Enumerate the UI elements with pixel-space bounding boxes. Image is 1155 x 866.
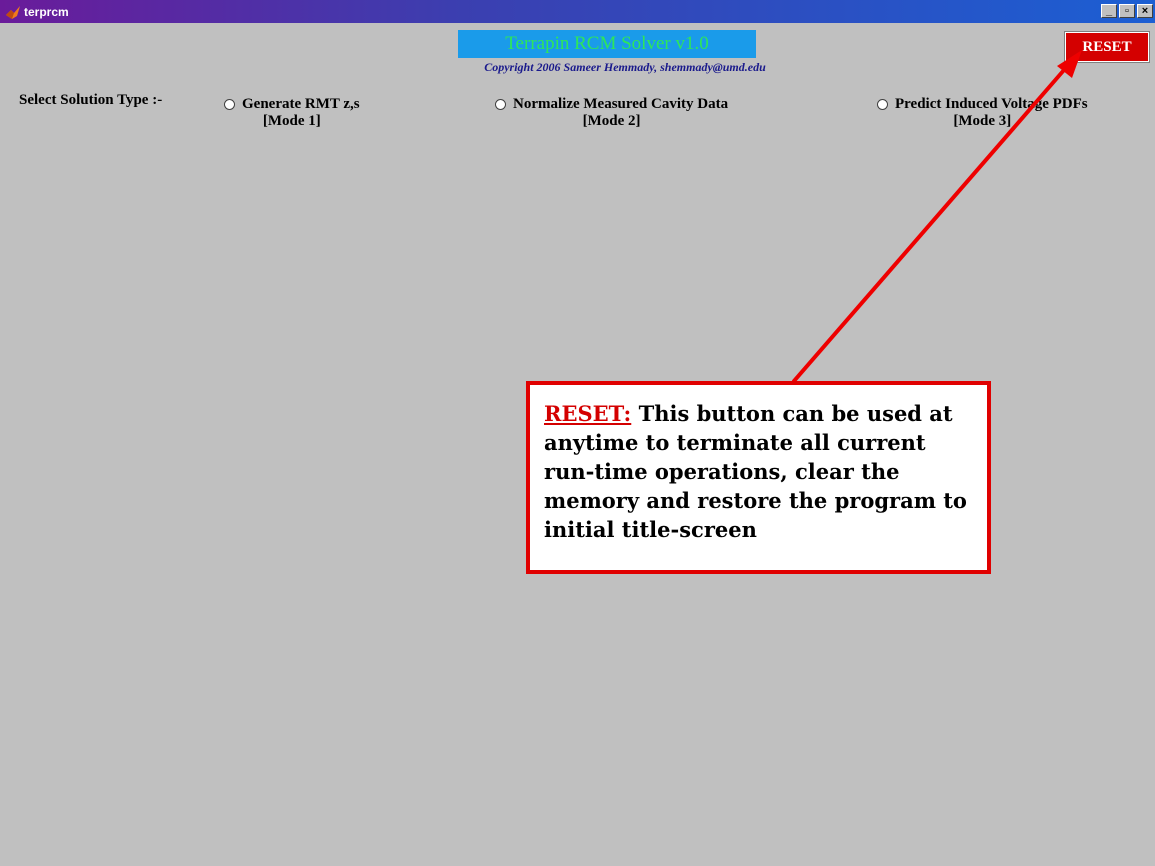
annotation-body: RESET: This button can be used at anytim… — [544, 399, 973, 544]
annotation-title: RESET: — [544, 401, 632, 426]
annotation-callout: RESET: This button can be used at anytim… — [526, 381, 991, 574]
